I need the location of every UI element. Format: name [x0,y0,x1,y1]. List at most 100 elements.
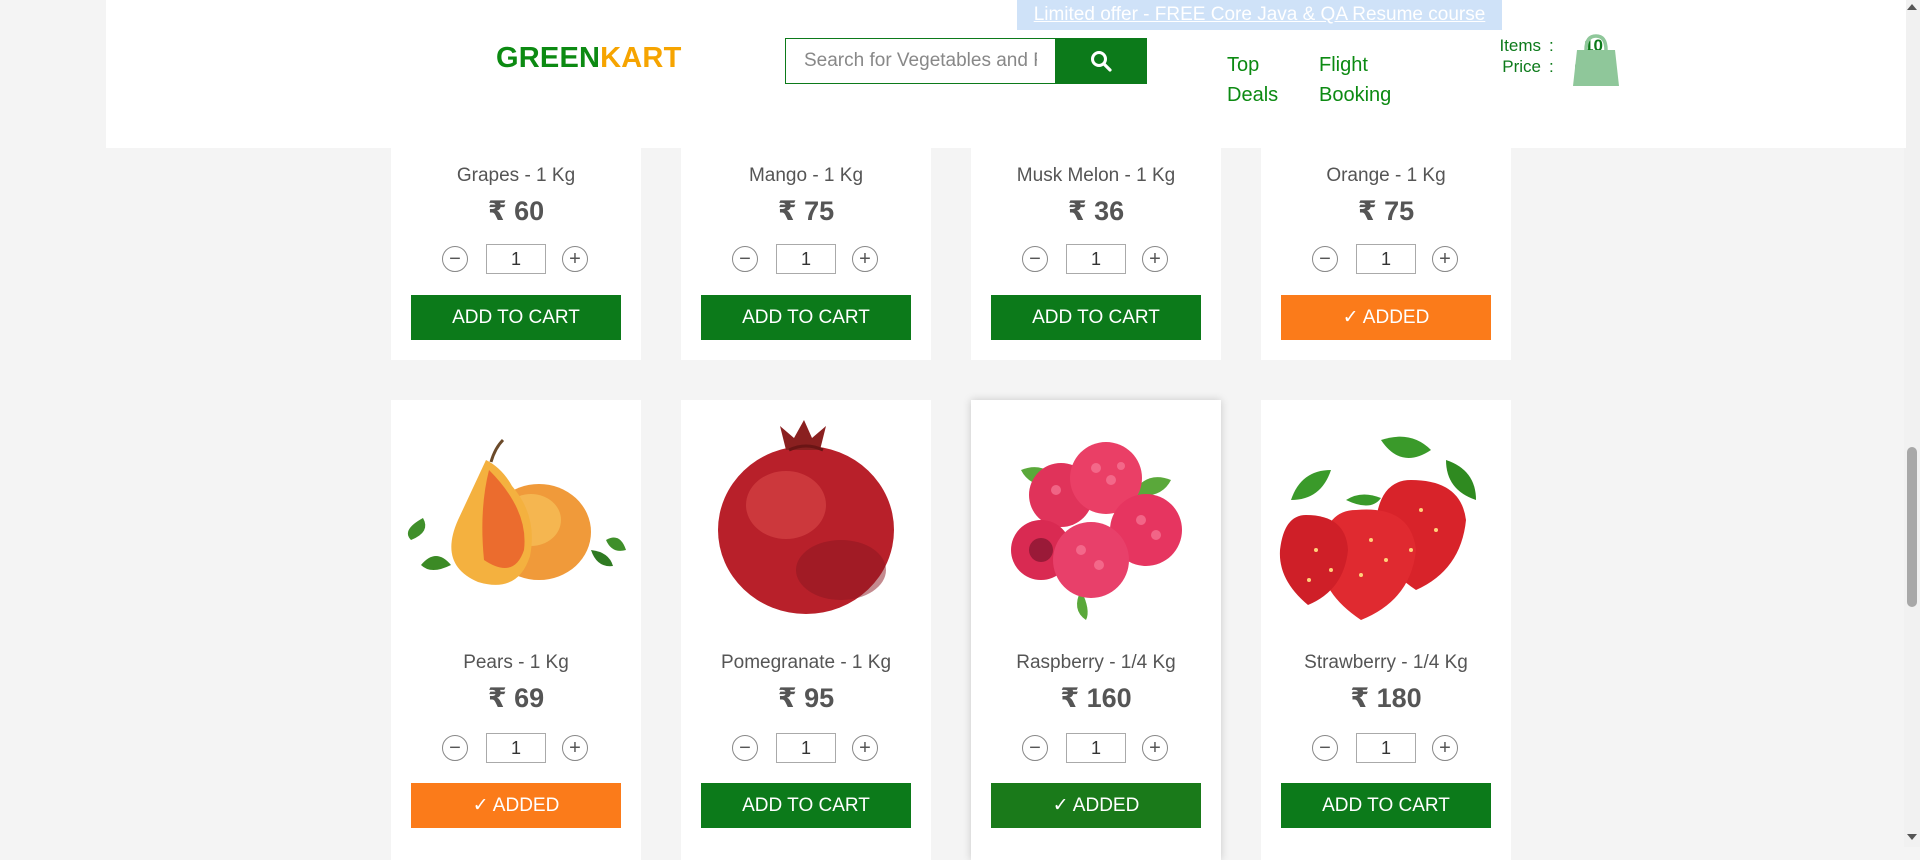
increment-button[interactable]: + [1142,246,1168,272]
plus-icon: + [1149,737,1161,759]
quantity-input[interactable] [1066,733,1126,763]
minus-icon: − [1029,737,1041,759]
quantity-input[interactable] [776,244,836,274]
add-to-cart-button[interactable]: ADD TO CART [701,295,911,340]
scroll-thumb[interactable] [1907,447,1917,607]
product-name: Raspberry - 1/4 Kg [1016,652,1176,673]
added-button[interactable]: ✓ ADDED [1281,295,1491,340]
quantity-stepper: − + [971,244,1221,274]
increment-button[interactable]: + [1432,246,1458,272]
increment-button[interactable]: + [852,735,878,761]
increment-button[interactable]: + [1142,735,1168,761]
decrement-button[interactable]: − [442,735,468,761]
product-price: ₹ 95 [777,683,835,713]
increment-button[interactable]: + [562,735,588,761]
added-button[interactable]: ✓ ADDED [991,783,1201,828]
product-name: Pomegranate - 1 Kg [720,652,892,673]
minus-icon: − [1029,248,1041,270]
product-card-pears: Pears - 1 Kg ₹ 69 − + ✓ ADDED [391,400,641,860]
plus-icon: + [859,737,871,759]
nav-top-deals[interactable]: Top Deals [1227,50,1278,110]
cart-items-colon: : [1549,36,1554,55]
quantity-input[interactable] [1066,244,1126,274]
add-to-cart-button[interactable]: ADD TO CART [411,295,621,340]
nav-top-deals-line2: Deals [1227,84,1279,106]
quantity-stepper: − + [391,244,641,274]
minus-icon: − [1319,248,1331,270]
cart-price-colon: : [1549,57,1554,76]
pears-image [407,438,626,585]
nav-top-deals-line1: Top [1227,54,1260,76]
minus-icon: − [739,248,751,270]
product-price: ₹ 60 [487,196,545,226]
nav-flight-booking-line1: Flight [1319,54,1368,76]
product-name: Mango - 1 Kg [748,165,864,186]
product-price: ₹ 75 [1357,196,1415,226]
search-icon [1091,51,1112,72]
nav-flight-booking[interactable]: Flight Booking [1319,50,1391,110]
quantity-stepper: − + [971,733,1221,763]
product-price: ₹ 180 [1350,683,1422,713]
quantity-stepper: − + [1261,733,1511,763]
add-to-cart-button[interactable]: ADD TO CART [1281,783,1491,828]
brand-logo[interactable]: GREENKART [496,42,681,75]
added-button[interactable]: ✓ ADDED [411,783,621,828]
pomegranate-image [718,420,894,614]
product-name: Grapes - 1 Kg [456,165,576,186]
quantity-stepper: − + [391,733,641,763]
product-price: ₹ 160 [1060,683,1132,713]
decrement-button[interactable]: − [1022,735,1048,761]
plus-icon: + [569,248,581,270]
site-header: GREENKART Top Deals Flight Booking Items… [106,0,1906,148]
scroll-up-arrow[interactable] [1907,4,1917,10]
add-to-cart-button[interactable]: ADD TO CART [701,783,911,828]
nav-flight-booking-line2: Booking [1319,84,1392,106]
quantity-stepper: − + [681,244,931,274]
increment-button[interactable]: + [1432,735,1458,761]
decrement-button[interactable]: − [1022,246,1048,272]
product-card-strawberry: Strawberry - 1/4 Kg ₹ 180 − + ADD TO CAR… [1261,400,1511,860]
increment-button[interactable]: + [562,246,588,272]
plus-icon: + [1439,737,1451,759]
quantity-input[interactable] [1356,733,1416,763]
product-name: Pears - 1 Kg [463,652,569,673]
plus-icon: + [569,737,581,759]
brand-green: GREEN [496,42,601,74]
brand-kart: KART [600,42,682,74]
product-card-pomegranate: Pomegranate - 1 Kg ₹ 95 − + ADD TO CART [681,400,931,860]
page-scrollbar[interactable] [1904,0,1920,847]
product-name: Musk Melon - 1 Kg [1016,165,1176,186]
cart-price-label: Price [1502,57,1541,76]
product-price: ₹ 75 [777,196,835,226]
search-bar [785,38,1147,84]
decrement-button[interactable]: − [732,735,758,761]
scroll-down-arrow[interactable] [1907,834,1917,840]
add-to-cart-button[interactable]: ADD TO CART [991,295,1201,340]
plus-icon: + [859,248,871,270]
product-name: Orange - 1 Kg [1326,165,1446,186]
quantity-input[interactable] [486,244,546,274]
search-button[interactable] [1055,38,1147,84]
product-card-raspberry: Raspberry - 1/4 Kg ₹ 160 − + ✓ ADDED [971,400,1221,860]
raspberry-image [1011,442,1182,620]
search-input[interactable] [785,38,1055,84]
plus-icon: + [1439,248,1451,270]
limited-offer-link[interactable]: Limited offer - FREE Core Java & QA Resu… [1017,0,1502,30]
quantity-input[interactable] [776,733,836,763]
quantity-input[interactable] [1356,244,1416,274]
shopping-bag-icon[interactable] [1571,32,1621,88]
decrement-button[interactable]: − [732,246,758,272]
quantity-stepper: − + [1261,244,1511,274]
decrement-button[interactable]: − [1312,735,1338,761]
product-price: ₹ 36 [1067,196,1125,226]
quantity-stepper: − + [681,733,931,763]
decrement-button[interactable]: − [1312,246,1338,272]
product-name: Strawberry - 1/4 Kg [1304,652,1468,673]
product-price: ₹ 69 [487,683,545,713]
decrement-button[interactable]: − [442,246,468,272]
cart-items-label: Items [1499,36,1541,55]
plus-icon: + [1149,248,1161,270]
minus-icon: − [739,737,751,759]
increment-button[interactable]: + [852,246,878,272]
quantity-input[interactable] [486,733,546,763]
